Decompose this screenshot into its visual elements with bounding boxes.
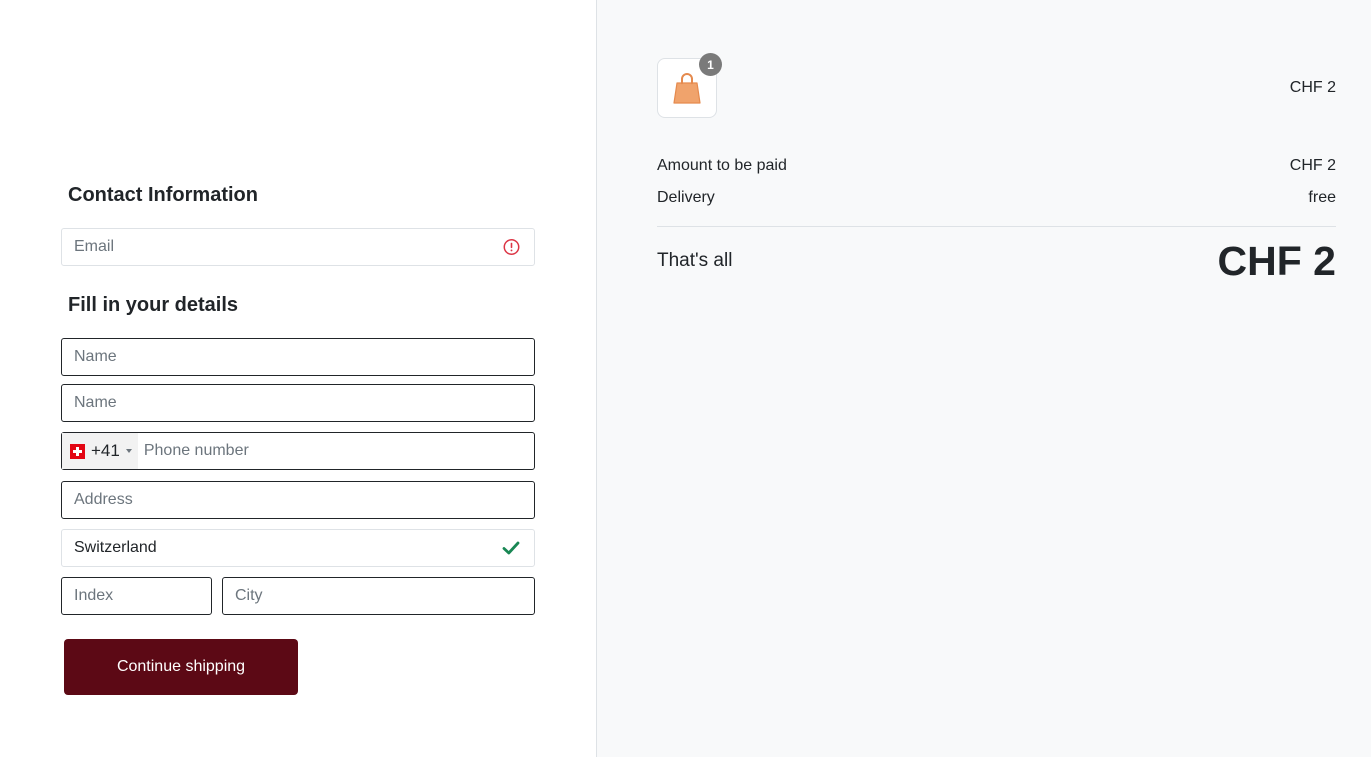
item-price-row: CHF 2 xyxy=(657,79,1336,97)
continue-shipping-button[interactable]: Continue shipping xyxy=(64,639,298,695)
total-value: CHF 2 xyxy=(1217,237,1336,284)
country-input[interactable] xyxy=(62,530,534,566)
quantity-badge: 1 xyxy=(699,53,722,76)
checkmark-icon xyxy=(502,540,520,556)
item-price: CHF 2 xyxy=(1289,79,1336,96)
contact-section-title: Contact Information xyxy=(68,184,258,206)
summary-divider xyxy=(657,226,1336,227)
details-section-title: Fill in your details xyxy=(68,294,239,316)
last-name-field-wrapper xyxy=(61,384,535,422)
first-name-input[interactable] xyxy=(62,339,534,375)
delivery-row: Delivery free xyxy=(657,189,1336,207)
delivery-label: Delivery xyxy=(657,189,715,206)
switzerland-flag-icon xyxy=(70,443,85,459)
email-field-wrapper xyxy=(61,228,535,266)
country-code: +41 xyxy=(91,441,120,460)
city-input[interactable] xyxy=(223,578,534,614)
country-code-selector[interactable]: +41 xyxy=(62,433,138,469)
country-field-wrapper xyxy=(61,529,535,567)
phone-input[interactable] xyxy=(137,433,534,469)
amount-value: CHF 2 xyxy=(1289,157,1336,174)
index-field-wrapper xyxy=(61,577,281,615)
error-icon xyxy=(503,239,520,256)
checkout-form-panel: Contact Information Fill in your details… xyxy=(0,0,596,757)
delivery-value: free xyxy=(1308,189,1336,206)
chevron-down-icon xyxy=(125,449,132,453)
address-field-wrapper xyxy=(61,481,535,519)
total-row: That's all CHF 2 xyxy=(657,238,1336,284)
first-name-field-wrapper xyxy=(61,338,535,376)
amount-row: Amount to be paid CHF 2 xyxy=(657,157,1336,175)
city-field-wrapper xyxy=(222,577,535,615)
last-name-input[interactable] xyxy=(62,385,534,421)
address-input[interactable] xyxy=(62,482,534,518)
email-input[interactable] xyxy=(62,229,534,265)
phone-field-wrapper: +41 xyxy=(61,432,535,470)
total-label: That's all xyxy=(657,250,733,271)
amount-label: Amount to be paid xyxy=(657,157,787,174)
order-summary-panel: 1 CHF 2 Amount to be paid CHF 2 Delivery… xyxy=(597,0,1371,757)
